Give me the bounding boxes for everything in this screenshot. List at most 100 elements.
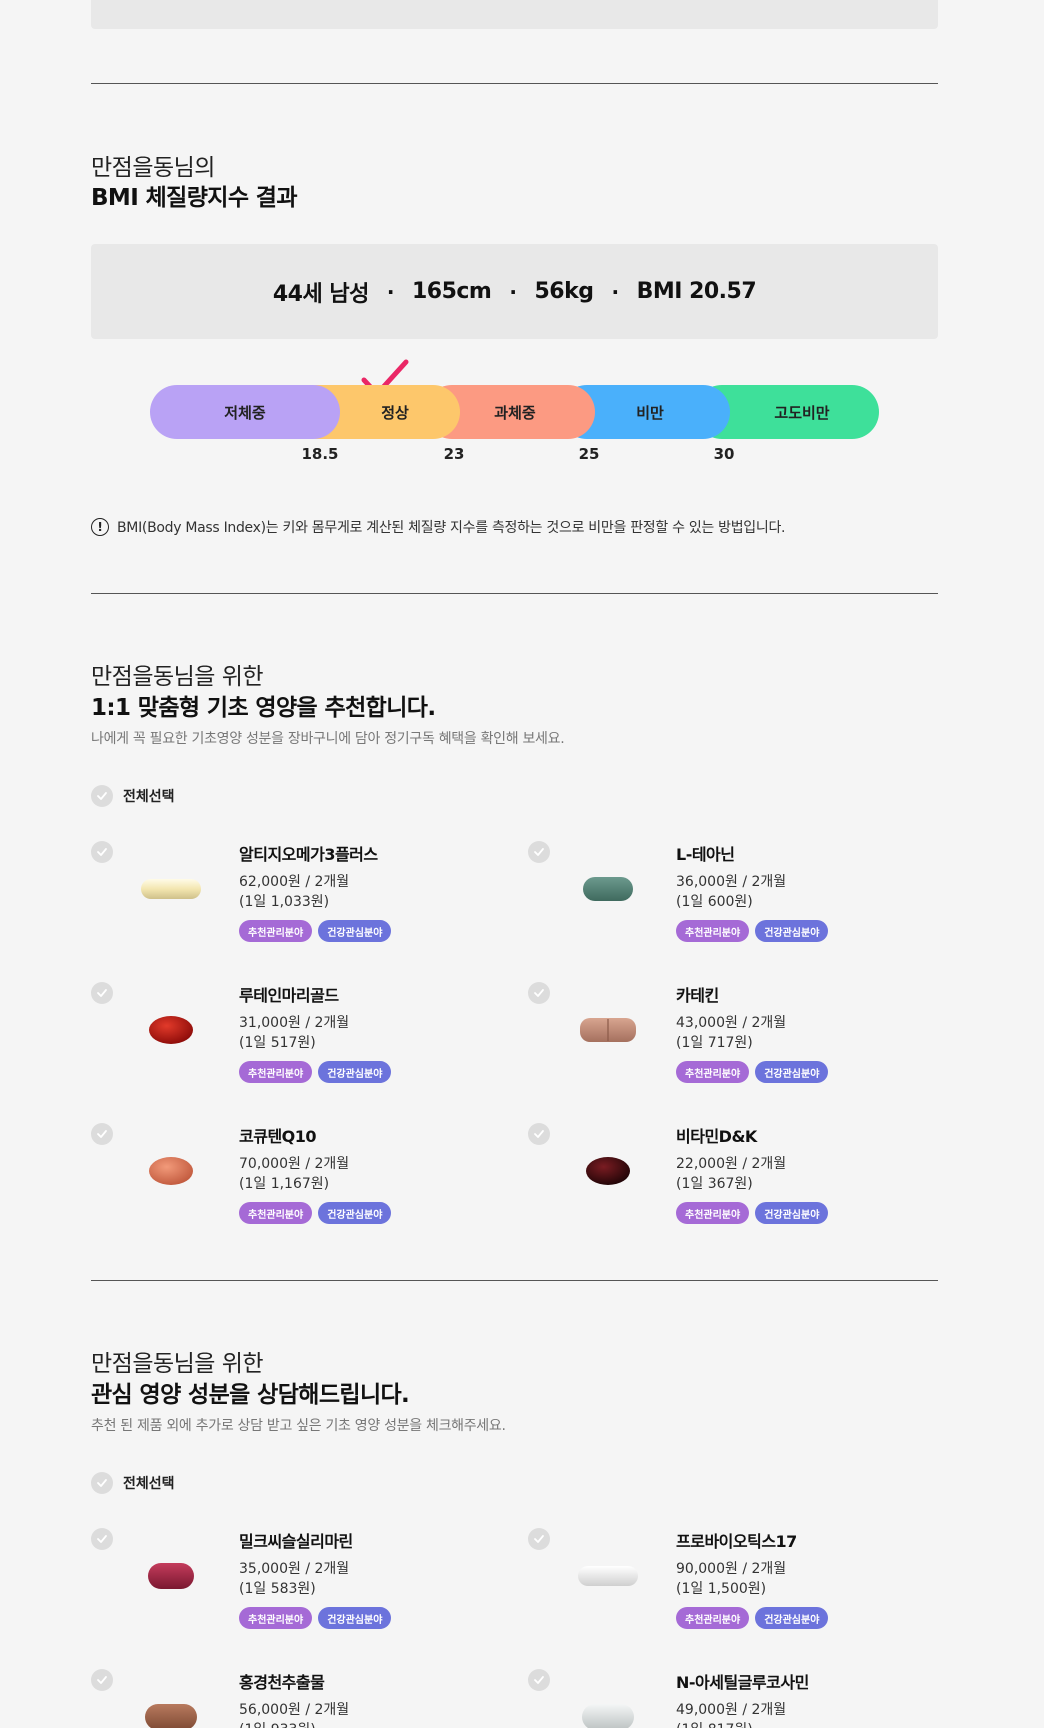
- product-name: 밀크씨슬실리마린: [239, 1532, 353, 1551]
- product-price: 35,000원 / 2개월: [239, 1561, 350, 1577]
- tag-recommend-area: 추천관리분야: [239, 1607, 313, 1629]
- tag-health-interest: 건강관심분야: [318, 1202, 392, 1224]
- product-name: 비타민D&K: [676, 1127, 757, 1146]
- bmi-tick-30: 30: [713, 445, 735, 463]
- checkbox-icon[interactable]: [91, 1123, 113, 1145]
- recommend-title-line1: 만점을동님을 위한: [91, 664, 264, 690]
- product-price: 22,000원 / 2개월: [676, 1156, 787, 1172]
- product-price: 49,000원 / 2개월: [676, 1702, 787, 1718]
- tag-health-interest: 건강관심분야: [755, 1607, 829, 1629]
- product-daily-price: (1일 717원): [676, 1035, 753, 1051]
- tag-health-interest: 건강관심분야: [318, 1607, 392, 1629]
- separator: ·: [611, 279, 619, 304]
- tag-health-interest: 건강관심분야: [755, 920, 829, 942]
- checkbox-icon[interactable]: [528, 1528, 550, 1550]
- section-divider: [91, 83, 938, 84]
- product-price: 90,000원 / 2개월: [676, 1561, 787, 1577]
- product-image: [136, 869, 206, 909]
- consult-description: 추천 된 제품 외에 추가로 상담 받고 싶은 기초 영양 성분을 체크해주세요…: [91, 1418, 506, 1434]
- product-price: 62,000원 / 2개월: [239, 874, 350, 890]
- product-card[interactable]: 루테인마리골드 31,000원 / 2개월 (1일 517원) 추천관리분야 건강관심분…: [91, 982, 491, 1092]
- tag-recommend-area: 추천관리분야: [239, 920, 313, 942]
- product-name: 홍경천추출물: [239, 1673, 325, 1692]
- product-daily-price: (1일 817원): [676, 1719, 753, 1728]
- section-divider: [91, 1280, 938, 1281]
- product-name: 코큐텐Q10: [239, 1127, 317, 1146]
- bmi-tick-18-5: 18.5: [301, 445, 339, 463]
- checkbox-icon[interactable]: [91, 785, 113, 807]
- product-card[interactable]: L-테아닌 36,000원 / 2개월 (1일 600원) 추천관리분야 건강관심분야: [528, 841, 928, 951]
- product-daily-price: (1일 600원): [676, 894, 753, 910]
- recommend-description: 나에게 꼭 필요한 기초영양 성분을 장바구니에 담아 정기구독 혜택을 확인해…: [91, 731, 565, 747]
- product-image: [136, 1151, 206, 1191]
- product-name: L-테아닌: [676, 845, 735, 864]
- checkbox-icon[interactable]: [91, 1472, 113, 1494]
- product-daily-price: (1일 367원): [676, 1176, 753, 1192]
- consult-title-line1: 만점을동님을 위한: [91, 1351, 264, 1377]
- product-image: [136, 1697, 206, 1728]
- bmi-stats-box: 44세 남성 · 165cm · 56kg · BMI 20.57: [91, 244, 938, 339]
- checkbox-icon[interactable]: [528, 841, 550, 863]
- product-price: 36,000원 / 2개월: [676, 874, 787, 890]
- checkbox-icon[interactable]: [528, 982, 550, 1004]
- tag-recommend-area: 추천관리분야: [239, 1061, 313, 1083]
- select-all-label: 전체선택: [123, 1476, 175, 1492]
- bmi-info-note: ! BMI(Body Mass Index)는 키와 몸무게로 계산된 체질량 …: [91, 517, 785, 537]
- product-name: 카테킨: [676, 986, 719, 1005]
- product-card[interactable]: N-아세틸글루코사민49,000원 / 2개월(1일 817원)추천관리분야건강…: [528, 1669, 928, 1728]
- separator: ·: [509, 279, 517, 304]
- product-daily-price: (1일 933원): [239, 1719, 316, 1728]
- product-card[interactable]: 알티지오메가3플러스 62,000원 / 2개월 (1일 1,033원) 추천관리분야…: [91, 841, 491, 951]
- checkbox-icon[interactable]: [91, 841, 113, 863]
- bmi-value: BMI 20.57: [636, 279, 757, 304]
- select-all-label: 전체선택: [123, 789, 175, 805]
- product-daily-price: (1일 1,167원): [239, 1176, 330, 1192]
- recommend-title-line2: 1:1 맞춤형 기초 영양을 추천합니다.: [91, 695, 436, 721]
- product-price: 56,000원 / 2개월: [239, 1702, 350, 1718]
- info-icon: !: [91, 518, 109, 536]
- checkbox-icon[interactable]: [91, 1528, 113, 1550]
- weight-value: 56kg: [534, 279, 594, 304]
- product-image: [573, 1697, 643, 1728]
- product-card[interactable]: 카테킨 43,000원 / 2개월 (1일 717원) 추천관리분야 건강관심분야: [528, 982, 928, 1092]
- bmi-tick-25: 25: [578, 445, 600, 463]
- product-card[interactable]: 밀크씨슬실리마린 35,000원 / 2개월 (1일 583원) 추천관리분야 건강관심…: [91, 1528, 491, 1638]
- product-daily-price: (1일 1,033원): [239, 894, 330, 910]
- separator: ·: [386, 279, 395, 304]
- consult-title-line2: 관심 영양 성분을 상담해드립니다.: [91, 1382, 410, 1408]
- tag-recommend-area: 추천관리분야: [676, 1202, 750, 1224]
- product-daily-price: (1일 517원): [239, 1035, 316, 1051]
- tag-health-interest: 건강관심분야: [755, 1061, 829, 1083]
- tag-health-interest: 건강관심분야: [755, 1202, 829, 1224]
- age-gender: 44세 남성: [272, 281, 370, 307]
- bmi-segment-underweight: 저체중: [150, 385, 340, 439]
- product-card[interactable]: 홍경천추출물56,000원 / 2개월(1일 933원)추천관리분야건강관심분야: [91, 1669, 491, 1728]
- product-price: 70,000원 / 2개월: [239, 1156, 350, 1172]
- product-image: [136, 1010, 206, 1050]
- product-price: 31,000원 / 2개월: [239, 1015, 350, 1031]
- product-daily-price: (1일 583원): [239, 1581, 316, 1597]
- bmi-scale-bar: 고도비만 비만 과체중 정상 저체중: [150, 385, 879, 439]
- product-price: 43,000원 / 2개월: [676, 1015, 787, 1031]
- consult-select-all[interactable]: 전체선택: [91, 1472, 175, 1494]
- product-card[interactable]: 프로바이오틱스17 90,000원 / 2개월 (1일 1,500원) 추천관리분야 건…: [528, 1528, 928, 1638]
- product-image: [573, 1010, 643, 1050]
- tag-health-interest: 건강관심분야: [318, 920, 392, 942]
- checkbox-icon[interactable]: [528, 1123, 550, 1145]
- recommend-select-all[interactable]: 전체선택: [91, 785, 175, 807]
- tag-health-interest: 건강관심분야: [318, 1061, 392, 1083]
- checkbox-icon[interactable]: [91, 982, 113, 1004]
- previous-section-box: [91, 0, 938, 29]
- checkbox-icon[interactable]: [91, 1669, 113, 1691]
- product-card[interactable]: 비타민D&K 22,000원 / 2개월 (1일 367원) 추천관리분야 건강관심분야: [528, 1123, 928, 1233]
- product-name: 루테인마리골드: [239, 986, 339, 1005]
- checkbox-icon[interactable]: [528, 1669, 550, 1691]
- tag-recommend-area: 추천관리분야: [239, 1202, 313, 1224]
- product-image: [573, 1151, 643, 1191]
- product-image: [573, 869, 643, 909]
- product-card[interactable]: 코큐텐Q10 70,000원 / 2개월 (1일 1,167원) 추천관리분야 건강관심…: [91, 1123, 491, 1233]
- tag-recommend-area: 추천관리분야: [676, 1607, 750, 1629]
- product-name: 알티지오메가3플러스: [239, 845, 378, 864]
- height-value: 165cm: [411, 279, 492, 304]
- bmi-title-line1: 만점을동님의: [91, 155, 215, 181]
